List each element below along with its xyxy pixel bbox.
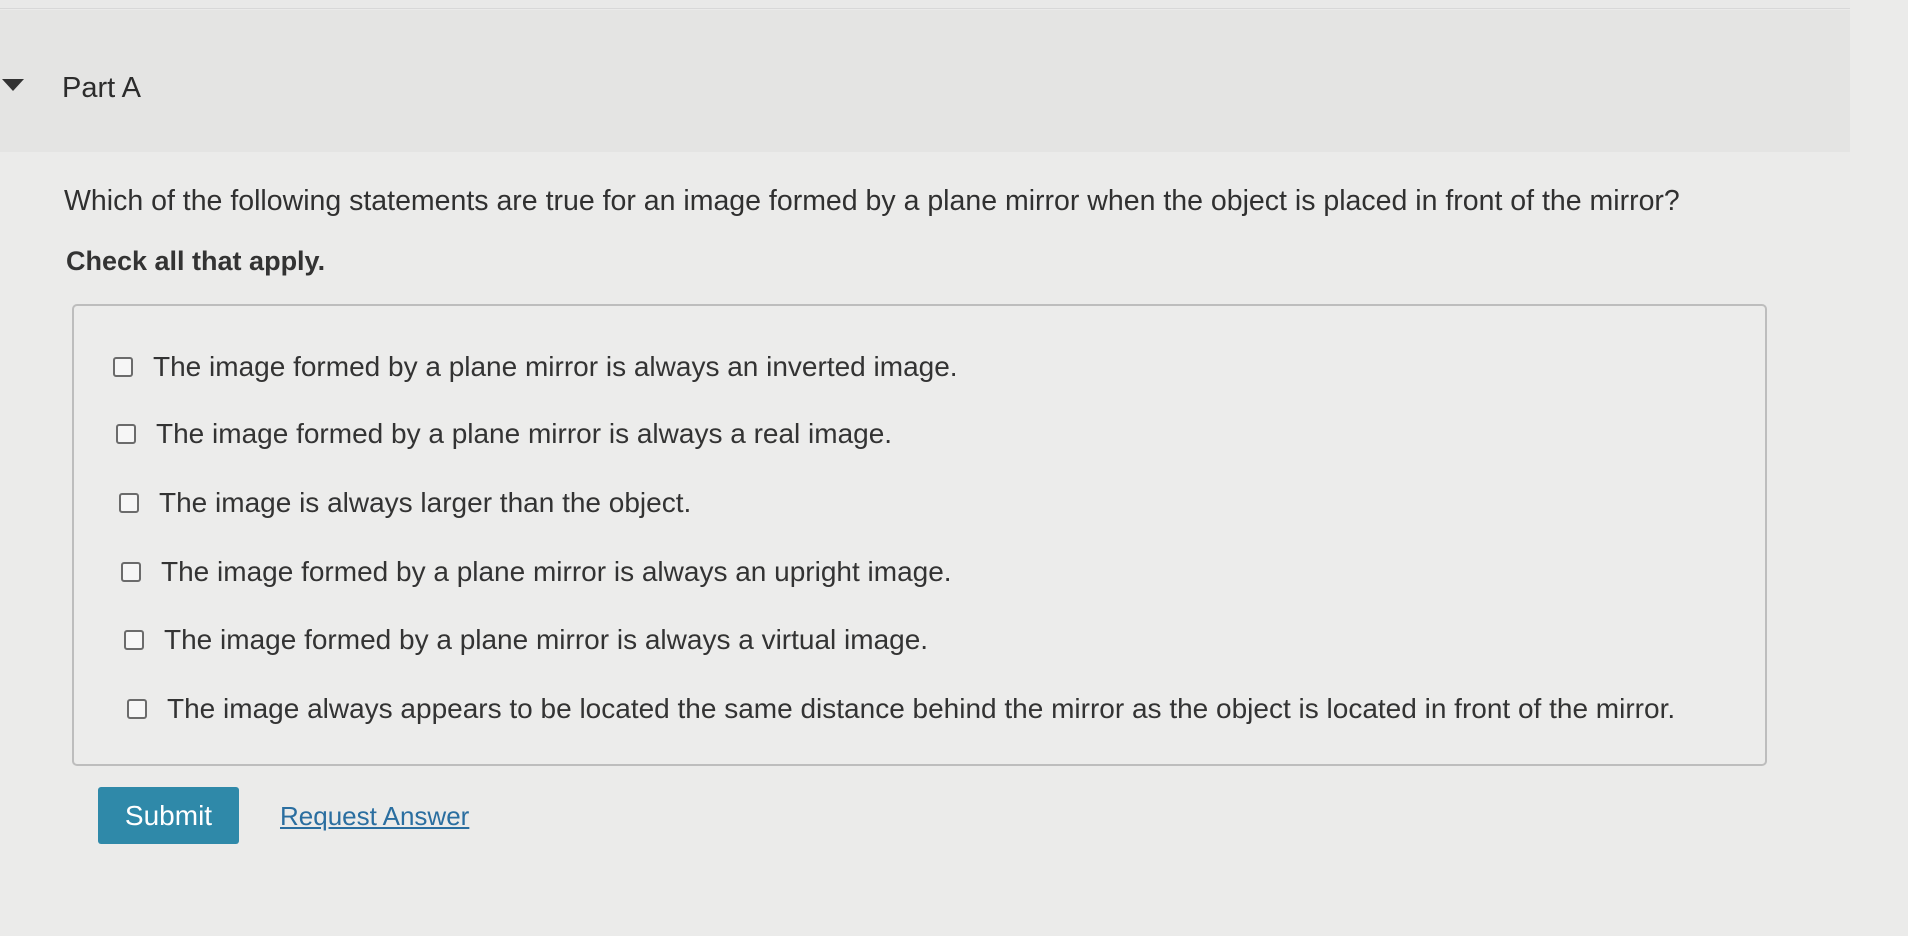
option-label: The image formed by a plane mirror is al…	[156, 418, 893, 449]
option-item[interactable]: The image formed by a plane mirror is al…	[124, 624, 928, 656]
checkbox[interactable]	[121, 562, 141, 582]
part-title: Part A	[62, 72, 141, 104]
checkbox[interactable]	[124, 630, 144, 650]
submit-button[interactable]: Submit	[98, 787, 239, 844]
option-label: The image formed by a plane mirror is al…	[164, 624, 929, 655]
top-divider	[0, 0, 1850, 9]
question-instruction: Check all that apply.	[66, 246, 326, 276]
option-item[interactable]: The image is always larger than the obje…	[119, 487, 691, 519]
option-label: The image always appears to be located t…	[167, 693, 1676, 724]
option-item[interactable]: The image always appears to be located t…	[127, 693, 1675, 725]
checkbox[interactable]	[113, 357, 133, 377]
option-item[interactable]: The image formed by a plane mirror is al…	[116, 418, 892, 450]
collapse-caret-icon[interactable]	[2, 79, 24, 91]
option-label: The image is always larger than the obje…	[159, 487, 692, 518]
request-answer-link[interactable]: Request Answer	[280, 801, 469, 832]
option-item[interactable]: The image formed by a plane mirror is al…	[113, 351, 958, 383]
option-label: The image formed by a plane mirror is al…	[161, 556, 952, 587]
checkbox[interactable]	[119, 493, 139, 513]
option-label: The image formed by a plane mirror is al…	[153, 351, 958, 382]
checkbox[interactable]	[127, 699, 147, 719]
checkbox[interactable]	[116, 424, 136, 444]
question-text: Which of the following statements are tr…	[64, 185, 1680, 217]
option-item[interactable]: The image formed by a plane mirror is al…	[121, 556, 952, 588]
part-header[interactable]	[0, 10, 1850, 152]
